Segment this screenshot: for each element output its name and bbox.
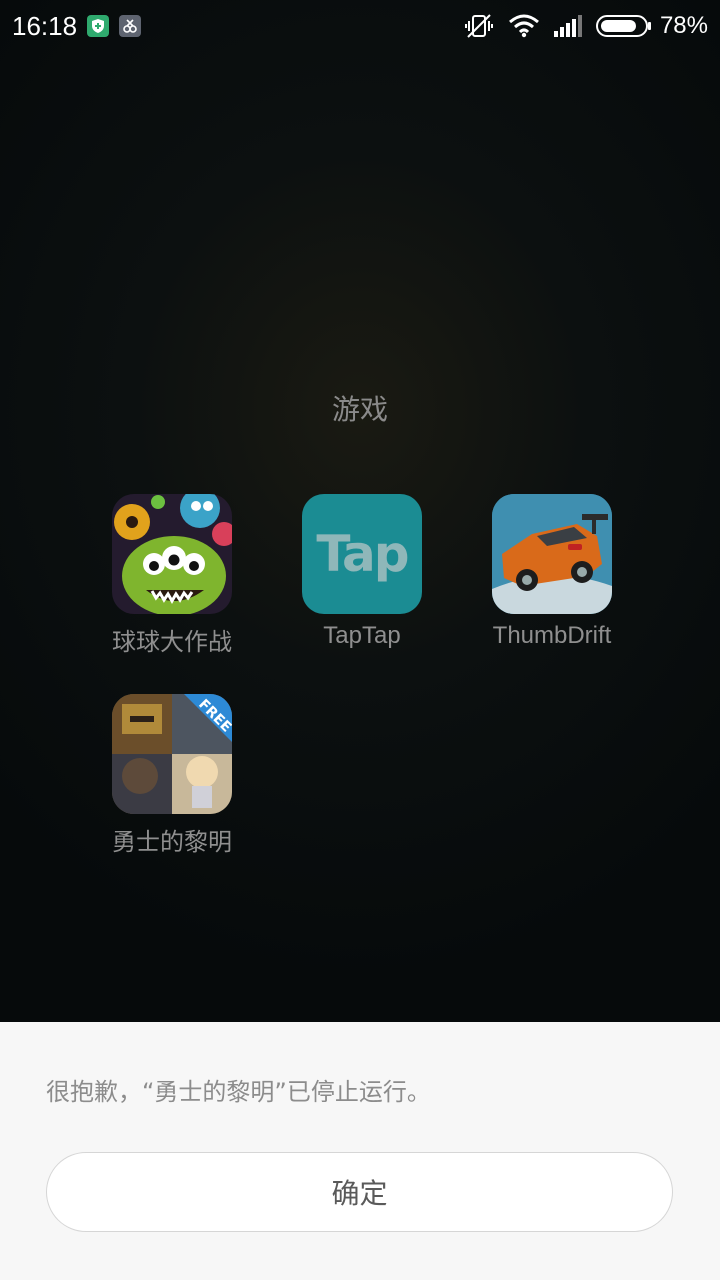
app-qiuqiu[interactable]: 球球大作战 xyxy=(82,494,262,657)
wifi-icon xyxy=(508,14,540,38)
status-bar: 16:18 78% xyxy=(0,0,720,52)
app-thumbdrift[interactable]: ThumbDrift xyxy=(462,494,642,650)
status-left: 16:18 xyxy=(12,11,151,42)
app-label: TapTap xyxy=(323,622,401,649)
battery-icon xyxy=(595,14,652,38)
status-right: 78% xyxy=(450,12,708,40)
app-taptap[interactable]: Tap TapTap xyxy=(272,494,452,650)
dialog-message: 很抱歉，“勇士的黎明”已停止运行。 xyxy=(46,1078,431,1106)
taptap-logo-text: Tap xyxy=(316,525,409,583)
app-label: ThumbDrift xyxy=(492,622,612,649)
ok-button[interactable]: 确定 xyxy=(46,1152,673,1232)
battery-percent: 78% xyxy=(659,12,708,39)
signal-icon xyxy=(553,15,582,37)
dawn-of-warriors-app-icon: FREE xyxy=(112,694,232,814)
app-stopped-dialog: 很抱歉，“勇士的黎明”已停止运行。 确定 xyxy=(0,1022,720,1280)
app-label: 球球大作战 xyxy=(112,629,232,656)
status-time: 16:18 xyxy=(12,10,78,41)
app-dawn-of-warriors[interactable]: FREE 勇士的黎明 xyxy=(82,694,262,857)
app-label: 勇士的黎明 xyxy=(112,829,232,856)
thumbdrift-app-icon xyxy=(492,494,612,614)
vibrate-off-icon xyxy=(464,13,494,39)
cleaner-icon xyxy=(119,15,142,37)
qiuqiu-app-icon xyxy=(112,494,232,614)
security-shield-icon xyxy=(87,15,110,37)
folder-title: 游戏 xyxy=(331,393,388,426)
taptap-app-icon: Tap xyxy=(302,494,422,614)
